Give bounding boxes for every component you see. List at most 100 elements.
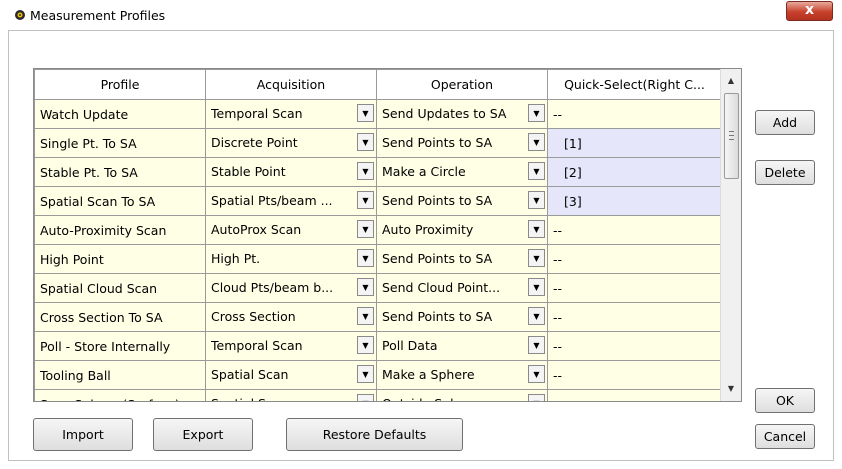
profile-name-cell[interactable]: Spatial Cloud Scan bbox=[34, 273, 206, 303]
acquisition-cell[interactable]: Cross Section ▼ bbox=[205, 302, 377, 332]
column-header-quick-select[interactable]: Quick-Select(Right C... bbox=[547, 69, 722, 100]
profile-name-cell[interactable]: Cross Section To SA bbox=[34, 302, 206, 332]
chevron-down-icon[interactable]: ▼ bbox=[528, 394, 545, 401]
operation-dropdown[interactable]: Send Points to SA ▼ bbox=[382, 188, 545, 215]
acquisition-dropdown[interactable]: Stable Point ▼ bbox=[211, 159, 374, 186]
restore-defaults-button[interactable]: Restore Defaults bbox=[286, 418, 463, 451]
operation-dropdown[interactable]: Send Cloud Point... ▼ bbox=[382, 275, 545, 302]
quick-select-cell[interactable]: -- bbox=[547, 360, 722, 390]
operation-cell[interactable]: Send Points to SA ▼ bbox=[376, 302, 548, 332]
operation-dropdown[interactable]: Auto Proximity ▼ bbox=[382, 217, 545, 244]
quick-select-cell[interactable]: [2] bbox=[547, 157, 722, 187]
acquisition-dropdown[interactable]: Temporal Scan ▼ bbox=[211, 333, 374, 360]
profile-name-cell[interactable]: Watch Update bbox=[34, 99, 206, 129]
column-header-operation[interactable]: Operation bbox=[376, 69, 548, 100]
quick-select-cell[interactable]: [1] bbox=[547, 128, 722, 158]
acquisition-dropdown[interactable]: Cross Section ▼ bbox=[211, 304, 374, 331]
operation-cell[interactable]: Send Cloud Point... ▼ bbox=[376, 273, 548, 303]
operation-cell[interactable]: Auto Proximity ▼ bbox=[376, 215, 548, 245]
operation-dropdown[interactable]: Outside Sphere ▼ bbox=[382, 391, 545, 401]
chevron-down-icon[interactable]: ▼ bbox=[528, 191, 545, 209]
operation-cell[interactable]: Make a Circle ▼ bbox=[376, 157, 548, 187]
chevron-down-icon[interactable]: ▼ bbox=[528, 104, 545, 122]
chevron-down-icon[interactable]: ▼ bbox=[357, 104, 374, 122]
operation-cell[interactable]: Send Updates to SA ▼ bbox=[376, 99, 548, 129]
table-row[interactable]: Watch Update Temporal Scan ▼ Send Updates t… bbox=[34, 99, 722, 129]
chevron-down-icon[interactable]: ▼ bbox=[528, 365, 545, 383]
profile-name-cell[interactable]: Poll - Store Internally bbox=[34, 331, 206, 361]
export-button[interactable]: Export bbox=[153, 418, 253, 451]
chevron-down-icon[interactable]: ▼ bbox=[528, 307, 545, 325]
table-row[interactable]: Spatial Scan To SA Spatial Pts/beam ... ▼ S… bbox=[34, 186, 722, 216]
profile-name-cell[interactable]: Scan Sphere (Surface) bbox=[34, 389, 206, 401]
acquisition-cell[interactable]: AutoProx Scan ▼ bbox=[205, 215, 377, 245]
table-row[interactable]: High Point High Pt. ▼ Send Points to SA ▼ -- bbox=[34, 244, 722, 274]
scrollbar-thumb[interactable] bbox=[724, 93, 739, 179]
table-row[interactable]: Cross Section To SA Cross Section ▼ Send Po… bbox=[34, 302, 722, 332]
operation-cell[interactable]: Outside Sphere ▼ bbox=[376, 389, 548, 401]
profile-name-cell[interactable]: Stable Pt. To SA bbox=[34, 157, 206, 187]
table-row[interactable]: Single Pt. To SA Discrete Point ▼ Send Poin… bbox=[34, 128, 722, 158]
vertical-scrollbar[interactable]: ▲ ▼ bbox=[720, 69, 741, 401]
quick-select-cell[interactable]: [3] bbox=[547, 186, 722, 216]
acquisition-cell[interactable]: Spatial Scan ▼ bbox=[205, 389, 377, 401]
acquisition-dropdown[interactable]: Spatial Scan ▼ bbox=[211, 362, 374, 389]
operation-dropdown[interactable]: Send Points to SA ▼ bbox=[382, 130, 545, 157]
quick-select-cell[interactable]: -- bbox=[547, 244, 722, 274]
operation-cell[interactable]: Poll Data ▼ bbox=[376, 331, 548, 361]
cancel-button[interactable]: Cancel bbox=[755, 424, 815, 449]
acquisition-dropdown[interactable]: Temporal Scan ▼ bbox=[211, 101, 374, 128]
operation-dropdown[interactable]: Send Points to SA ▼ bbox=[382, 246, 545, 273]
chevron-down-icon[interactable]: ▼ bbox=[528, 278, 545, 296]
add-button[interactable]: Add bbox=[755, 110, 815, 135]
profile-name-cell[interactable]: Single Pt. To SA bbox=[34, 128, 206, 158]
chevron-down-icon[interactable]: ▼ bbox=[528, 162, 545, 180]
import-button[interactable]: Import bbox=[33, 418, 133, 451]
operation-cell[interactable]: Send Points to SA ▼ bbox=[376, 186, 548, 216]
chevron-down-icon[interactable]: ▼ bbox=[528, 336, 545, 354]
close-button[interactable]: x bbox=[786, 1, 833, 21]
acquisition-cell[interactable]: Stable Point ▼ bbox=[205, 157, 377, 187]
operation-dropdown[interactable]: Poll Data ▼ bbox=[382, 333, 545, 360]
operation-dropdown[interactable]: Make a Circle ▼ bbox=[382, 159, 545, 186]
quick-select-cell[interactable]: -- bbox=[547, 215, 722, 245]
table-row[interactable]: Auto-Proximity Scan AutoProx Scan ▼ Auto Pr… bbox=[34, 215, 722, 245]
chevron-down-icon[interactable]: ▼ bbox=[357, 191, 374, 209]
chevron-down-icon[interactable]: ▼ bbox=[357, 220, 374, 238]
column-header-acquisition[interactable]: Acquisition bbox=[205, 69, 377, 100]
acquisition-cell[interactable]: Temporal Scan ▼ bbox=[205, 331, 377, 361]
ok-button[interactable]: OK bbox=[755, 388, 815, 413]
acquisition-cell[interactable]: Cloud Pts/beam b... ▼ bbox=[205, 273, 377, 303]
profile-name-cell[interactable]: Tooling Ball bbox=[34, 360, 206, 390]
acquisition-dropdown[interactable]: Spatial Scan ▼ bbox=[211, 391, 374, 401]
table-row[interactable]: Spatial Cloud Scan Cloud Pts/beam b... ▼ Se… bbox=[34, 273, 722, 303]
chevron-down-icon[interactable]: ▼ bbox=[357, 278, 374, 296]
table-row[interactable]: Scan Sphere (Surface) Spatial Scan▼ Outsid… bbox=[34, 389, 722, 401]
profile-name-cell[interactable]: High Point bbox=[34, 244, 206, 274]
operation-cell[interactable]: Make a Sphere ▼ bbox=[376, 360, 548, 390]
operation-dropdown[interactable]: Make a Sphere ▼ bbox=[382, 362, 545, 389]
chevron-down-icon[interactable]: ▼ bbox=[357, 394, 374, 401]
arrow-up-icon[interactable]: ▲ bbox=[723, 73, 739, 89]
operation-dropdown[interactable]: Send Points to SA ▼ bbox=[382, 304, 545, 331]
quick-select-cell[interactable]: -- bbox=[547, 99, 722, 129]
acquisition-dropdown[interactable]: High Pt. ▼ bbox=[211, 246, 374, 273]
chevron-down-icon[interactable]: ▼ bbox=[357, 162, 374, 180]
acquisition-dropdown[interactable]: AutoProx Scan ▼ bbox=[211, 217, 374, 244]
profile-name-cell[interactable]: Auto-Proximity Scan bbox=[34, 215, 206, 245]
acquisition-dropdown[interactable]: Discrete Point ▼ bbox=[211, 130, 374, 157]
table-row[interactable]: Poll - Store Internally Temporal Scan ▼ Pol… bbox=[34, 331, 722, 361]
chevron-down-icon[interactable]: ▼ bbox=[528, 133, 545, 151]
acquisition-cell[interactable]: Temporal Scan ▼ bbox=[205, 99, 377, 129]
chevron-down-icon[interactable]: ▼ bbox=[528, 249, 545, 267]
table-row[interactable]: Stable Pt. To SA Stable Point ▼ Make a Circ… bbox=[34, 157, 722, 187]
chevron-down-icon[interactable]: ▼ bbox=[357, 365, 374, 383]
acquisition-cell[interactable]: Spatial Pts/beam ... ▼ bbox=[205, 186, 377, 216]
operation-cell[interactable]: Send Points to SA ▼ bbox=[376, 128, 548, 158]
chevron-down-icon[interactable]: ▼ bbox=[357, 249, 374, 267]
chevron-down-icon[interactable]: ▼ bbox=[357, 307, 374, 325]
acquisition-cell[interactable]: Discrete Point ▼ bbox=[205, 128, 377, 158]
operation-cell[interactable]: Send Points to SA ▼ bbox=[376, 244, 548, 274]
quick-select-cell[interactable]: -- bbox=[547, 302, 722, 332]
chevron-down-icon[interactable]: ▼ bbox=[357, 336, 374, 354]
